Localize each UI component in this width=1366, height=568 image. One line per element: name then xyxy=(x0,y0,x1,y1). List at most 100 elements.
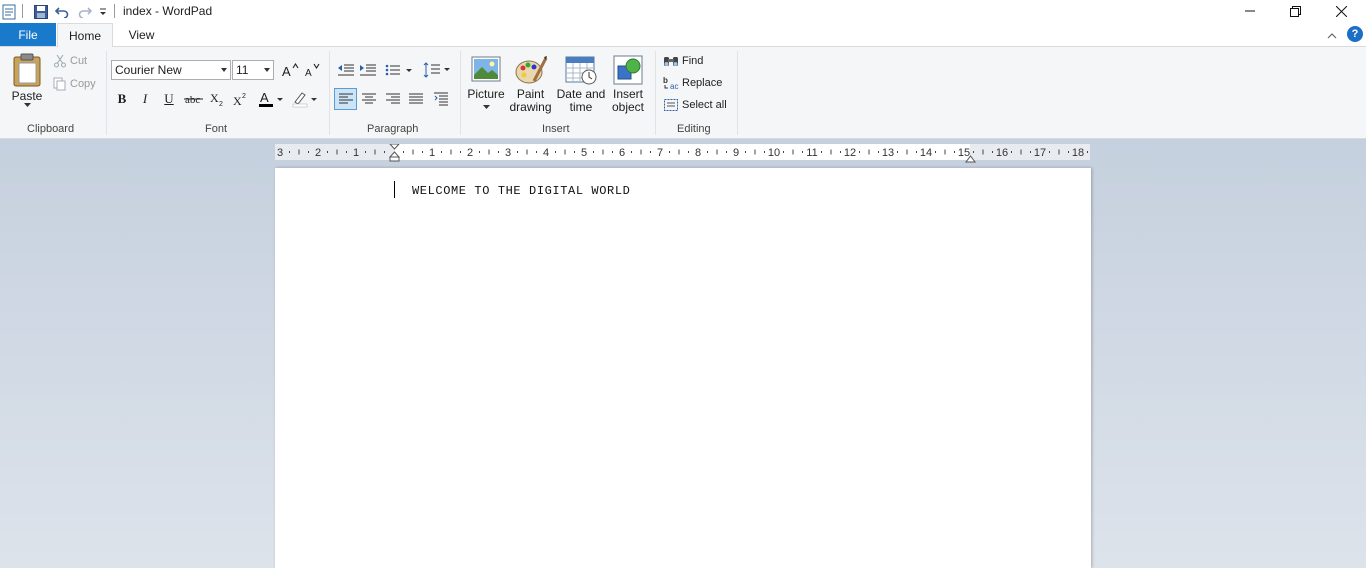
copy-label: Copy xyxy=(70,78,96,90)
insert-object-icon xyxy=(613,55,643,85)
line-spacing-icon xyxy=(423,62,450,78)
ruler-label: 18 xyxy=(1072,147,1084,159)
document-workspace: 3 2 1 1 2 3 4 5 6 7 8 9 10 11 12 13 14 15 16 17 18 WELCOME T… xyxy=(0,139,1366,568)
superscript-button[interactable]: X2 xyxy=(230,89,252,109)
minimize-button[interactable] xyxy=(1227,0,1273,22)
ruler-label: 16 xyxy=(996,147,1008,159)
group-separator xyxy=(106,51,107,135)
editing-group-label: Editing xyxy=(677,123,711,135)
scissors-icon xyxy=(54,54,66,68)
svg-text:b: b xyxy=(663,76,668,85)
insert-object-button[interactable]: Insert object xyxy=(607,55,649,114)
close-button[interactable] xyxy=(1318,0,1364,22)
save-icon[interactable] xyxy=(33,3,49,20)
insert-group-label: Insert xyxy=(542,123,570,135)
calendar-clock-icon xyxy=(565,56,597,85)
ruler[interactable]: 3 2 1 1 2 3 4 5 6 7 8 9 10 11 12 13 14 15 16 17 18 xyxy=(275,143,1090,163)
date-time-label-2: time xyxy=(569,100,593,114)
align-left-button[interactable] xyxy=(334,88,357,110)
date-time-button[interactable]: Date and time xyxy=(556,55,606,114)
ruler-label: 17 xyxy=(1034,147,1046,159)
tab-file[interactable]: File xyxy=(0,23,56,46)
align-center-icon xyxy=(362,93,376,104)
copy-button[interactable]: Copy xyxy=(53,77,96,91)
italic-icon: I xyxy=(142,91,148,106)
shrink-font-button[interactable]: A xyxy=(301,60,323,80)
ruler-label: 8 xyxy=(695,147,701,159)
highlight-color-button[interactable] xyxy=(290,89,320,109)
paint-drawing-button[interactable]: Paint drawing xyxy=(508,55,553,114)
svg-text:2: 2 xyxy=(219,101,223,106)
subscript-button[interactable]: X2 xyxy=(207,89,229,109)
ruler-label: 2 xyxy=(315,147,321,159)
underline-button[interactable]: U xyxy=(158,89,180,109)
select-all-icon xyxy=(664,99,678,111)
ruler-label: 10 xyxy=(768,147,780,159)
tab-view[interactable]: View xyxy=(114,23,169,46)
ruler-label: 2 xyxy=(467,147,473,159)
list-button[interactable] xyxy=(384,60,414,80)
select-all-button[interactable]: Select all xyxy=(663,98,727,112)
document-page[interactable]: WELCOME TO THE DIGITAL WORLD xyxy=(275,168,1091,568)
italic-button[interactable]: I xyxy=(134,89,156,109)
wordpad-app-icon[interactable] xyxy=(1,3,17,20)
ribbon: Paste Cut Copy Clipboard Courier New 11 … xyxy=(0,46,1366,139)
decrease-indent-icon xyxy=(338,64,354,76)
qat-separator xyxy=(22,4,23,18)
first-line-indent-marker[interactable] xyxy=(388,143,401,165)
insert-object-label-2: object xyxy=(611,100,645,114)
insert-picture-button[interactable]: Picture xyxy=(465,55,507,109)
increase-indent-button[interactable] xyxy=(357,60,379,80)
ruler-label: 1 xyxy=(429,147,435,159)
align-center-button[interactable] xyxy=(358,89,380,109)
text-color-button[interactable]: A xyxy=(256,89,286,109)
chevron-down-icon xyxy=(221,68,227,72)
justify-icon xyxy=(409,93,423,104)
cut-button[interactable]: Cut xyxy=(53,54,87,68)
find-button[interactable]: Find xyxy=(663,54,703,68)
bold-button[interactable]: B xyxy=(111,89,133,109)
paste-button[interactable]: Paste xyxy=(8,53,46,115)
font-family-select[interactable]: Courier New xyxy=(111,60,231,80)
font-size-select[interactable]: 11 xyxy=(232,60,274,80)
highlighter-icon xyxy=(292,92,317,108)
line-spacing-button[interactable] xyxy=(422,60,452,80)
title-bar: index - WordPad xyxy=(0,0,1366,23)
svg-text:X: X xyxy=(210,92,219,105)
decrease-indent-button[interactable] xyxy=(335,60,357,80)
grow-font-button[interactable]: A xyxy=(279,60,301,80)
align-right-button[interactable] xyxy=(382,89,404,109)
window-title: index - WordPad xyxy=(123,4,213,18)
paragraph-icon xyxy=(434,92,448,106)
paste-icon xyxy=(13,53,41,87)
bold-icon: B xyxy=(117,91,127,106)
ruler-label: 1 xyxy=(353,147,359,159)
undo-icon[interactable] xyxy=(54,3,70,20)
align-right-icon xyxy=(386,93,400,104)
justify-button[interactable] xyxy=(405,89,427,109)
select-all-label: Select all xyxy=(682,99,727,111)
ruler-label: 11 xyxy=(806,147,817,159)
minimize-ribbon-icon[interactable] xyxy=(1327,29,1337,43)
restore-button[interactable] xyxy=(1272,0,1318,22)
ruler-label: 7 xyxy=(657,147,663,159)
paragraph-settings-button[interactable] xyxy=(430,89,452,109)
ruler-label: 12 xyxy=(844,147,856,159)
replace-icon: bac xyxy=(663,76,678,90)
ruler-label: 3 xyxy=(505,147,511,159)
group-separator xyxy=(655,51,656,135)
strikethrough-button[interactable]: abc xyxy=(183,89,205,109)
svg-text:ac: ac xyxy=(670,82,678,90)
redo-icon[interactable] xyxy=(77,3,93,20)
text-caret xyxy=(394,181,395,198)
ruler-label: 5 xyxy=(581,147,587,159)
document-text[interactable]: WELCOME TO THE DIGITAL WORLD xyxy=(412,184,630,198)
right-indent-marker[interactable] xyxy=(965,152,976,166)
tab-home[interactable]: Home xyxy=(57,23,113,47)
underline-icon: U xyxy=(164,91,174,106)
customize-qat-icon[interactable] xyxy=(98,3,108,20)
clipboard-group-label: Clipboard xyxy=(27,123,75,135)
replace-button[interactable]: b ac Replace xyxy=(663,76,722,90)
help-icon[interactable]: ? xyxy=(1347,26,1363,42)
binoculars-icon xyxy=(664,57,678,66)
